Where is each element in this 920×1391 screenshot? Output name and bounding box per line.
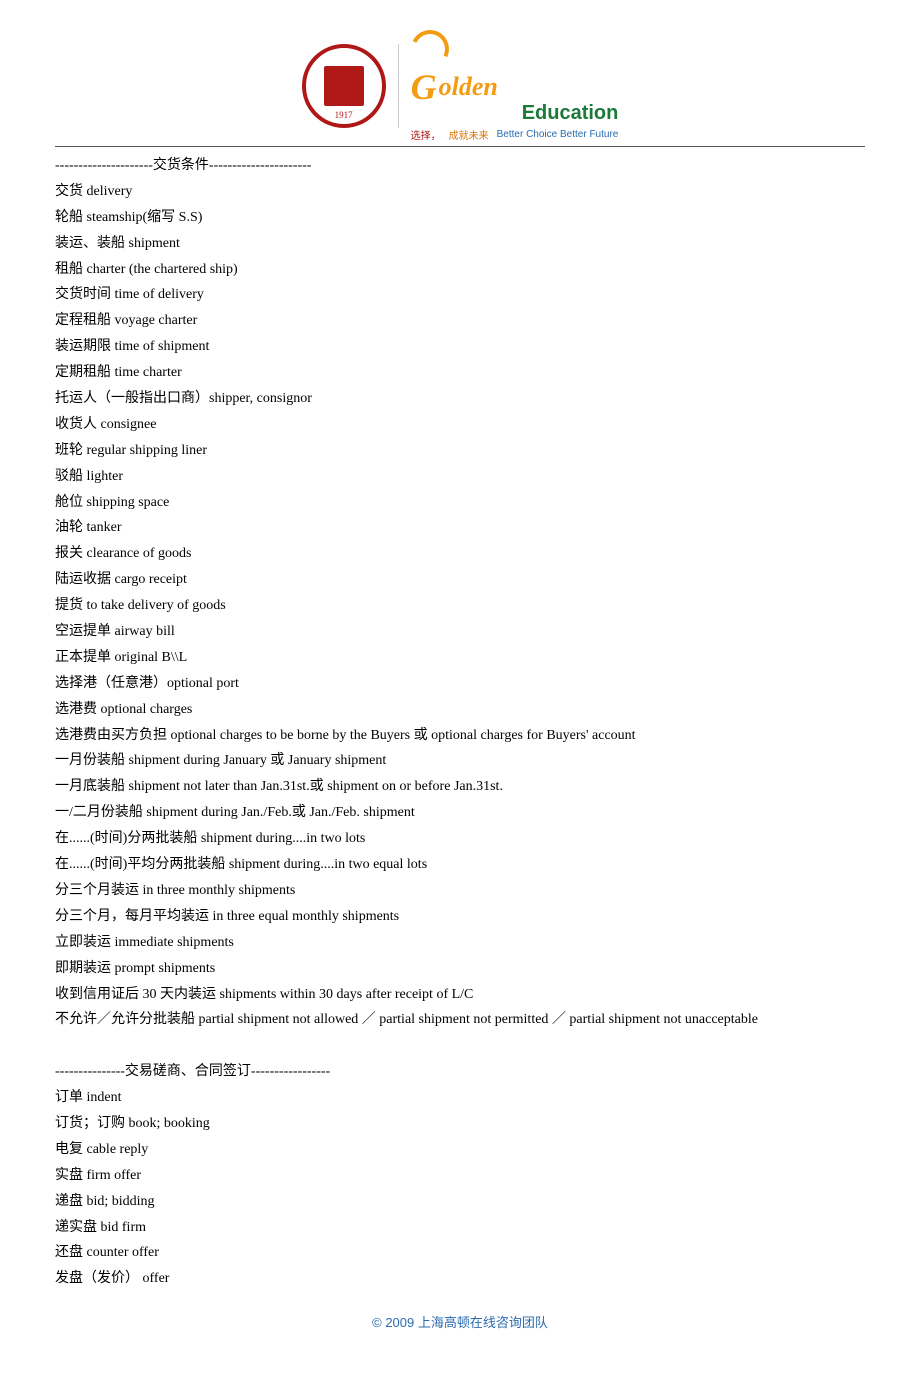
tagline-cn1: 选择，: [411, 127, 441, 142]
vocab-line: 递实盘 bid firm: [55, 1215, 865, 1241]
document-body: ---------------------交货条件---------------…: [55, 153, 865, 1292]
header-rule: [55, 146, 865, 147]
swirl-icon: [405, 25, 454, 74]
vocab-line: 还盘 counter offer: [55, 1240, 865, 1266]
tagline-en: Better Choice Better Future: [497, 129, 619, 140]
vocab-line: 发盘（发价） offer: [55, 1266, 865, 1292]
brand-rest: olden: [439, 72, 498, 102]
vocab-line: 装运、装船 shipment: [55, 231, 865, 257]
vocab-line: 驳船 lighter: [55, 464, 865, 490]
vocab-line: 不允许／允许分批装船 partial shipment not allowed …: [55, 1007, 865, 1033]
vocab-line: 选择港（任意港）optional port: [55, 671, 865, 697]
vocab-line: 正本提单 original B\\L: [55, 645, 865, 671]
vocab-line: 定期租船 time charter: [55, 360, 865, 386]
vocab-line: 交货时间 time of delivery: [55, 282, 865, 308]
vocab-line: 即期装运 prompt shipments: [55, 956, 865, 982]
vocab-line: 装运期限 time of shipment: [55, 334, 865, 360]
section-title: ---------------交易磋商、合同签订----------------…: [55, 1059, 865, 1085]
vocab-line: 租船 charter (the chartered ship): [55, 257, 865, 283]
section-title: ---------------------交货条件---------------…: [55, 153, 865, 179]
vocab-line: 交货 delivery: [55, 179, 865, 205]
vocab-line: 一/二月份装船 shipment during Jan./Feb.或 Jan./…: [55, 800, 865, 826]
vocab-line: 油轮 tanker: [55, 515, 865, 541]
vocab-line: 选港费 optional charges: [55, 697, 865, 723]
vocab-line: 一月份装船 shipment during January 或 January …: [55, 748, 865, 774]
page-header: G olden Education 选择， 成就未来 Better Choice…: [55, 30, 865, 142]
vocab-line: 陆运收据 cargo receipt: [55, 567, 865, 593]
brand-subtitle: Education: [411, 102, 619, 125]
vocab-line: 收货人 consignee: [55, 412, 865, 438]
vocab-line: 订货；订购 book; booking: [55, 1111, 865, 1137]
vocab-line: 递盘 bid; bidding: [55, 1189, 865, 1215]
vocab-line: 班轮 regular shipping liner: [55, 438, 865, 464]
vocab-line: 立即装运 immediate shipments: [55, 930, 865, 956]
brand-block: G olden Education 选择， 成就未来 Better Choice…: [411, 30, 619, 142]
vocab-line: 电复 cable reply: [55, 1137, 865, 1163]
vocab-line: 在......(时间)分两批装船 shipment during....in t…: [55, 826, 865, 852]
vocab-line: 选港费由买方负担 optional charges to be borne by…: [55, 723, 865, 749]
vocab-line: 分三个月，每月平均装运 in three equal monthly shipm…: [55, 904, 865, 930]
vocab-line: 在......(时间)平均分两批装船 shipment during....in…: [55, 852, 865, 878]
vocab-line: 舱位 shipping space: [55, 490, 865, 516]
page-footer: © 2009 上海高顿在线咨询团队: [55, 1312, 865, 1331]
tagline: 选择， 成就未来 Better Choice Better Future: [411, 127, 619, 142]
vocab-line: 一月底装船 shipment not later than Jan.31st.或…: [55, 774, 865, 800]
vocab-line: 报关 clearance of goods: [55, 541, 865, 567]
vocab-line: 实盘 firm offer: [55, 1163, 865, 1189]
university-seal-icon: [302, 44, 386, 128]
vocab-line: 分三个月装运 in three monthly shipments: [55, 878, 865, 904]
brand-letter-g: G: [411, 73, 437, 102]
vocab-line: 轮船 steamship(缩写 S.S): [55, 205, 865, 231]
vocab-line: 托运人（一般指出口商）shipper, consignor: [55, 386, 865, 412]
vocab-line: 收到信用证后 30 天内装运 shipments within 30 days …: [55, 982, 865, 1008]
vocab-line: 空运提单 airway bill: [55, 619, 865, 645]
vocab-line: 提货 to take delivery of goods: [55, 593, 865, 619]
tagline-cn2: 成就未来: [449, 127, 489, 142]
vertical-divider: [398, 44, 399, 128]
vocab-line: 订单 indent: [55, 1085, 865, 1111]
section-gap: [55, 1033, 865, 1059]
vocab-line: 定程租船 voyage charter: [55, 308, 865, 334]
